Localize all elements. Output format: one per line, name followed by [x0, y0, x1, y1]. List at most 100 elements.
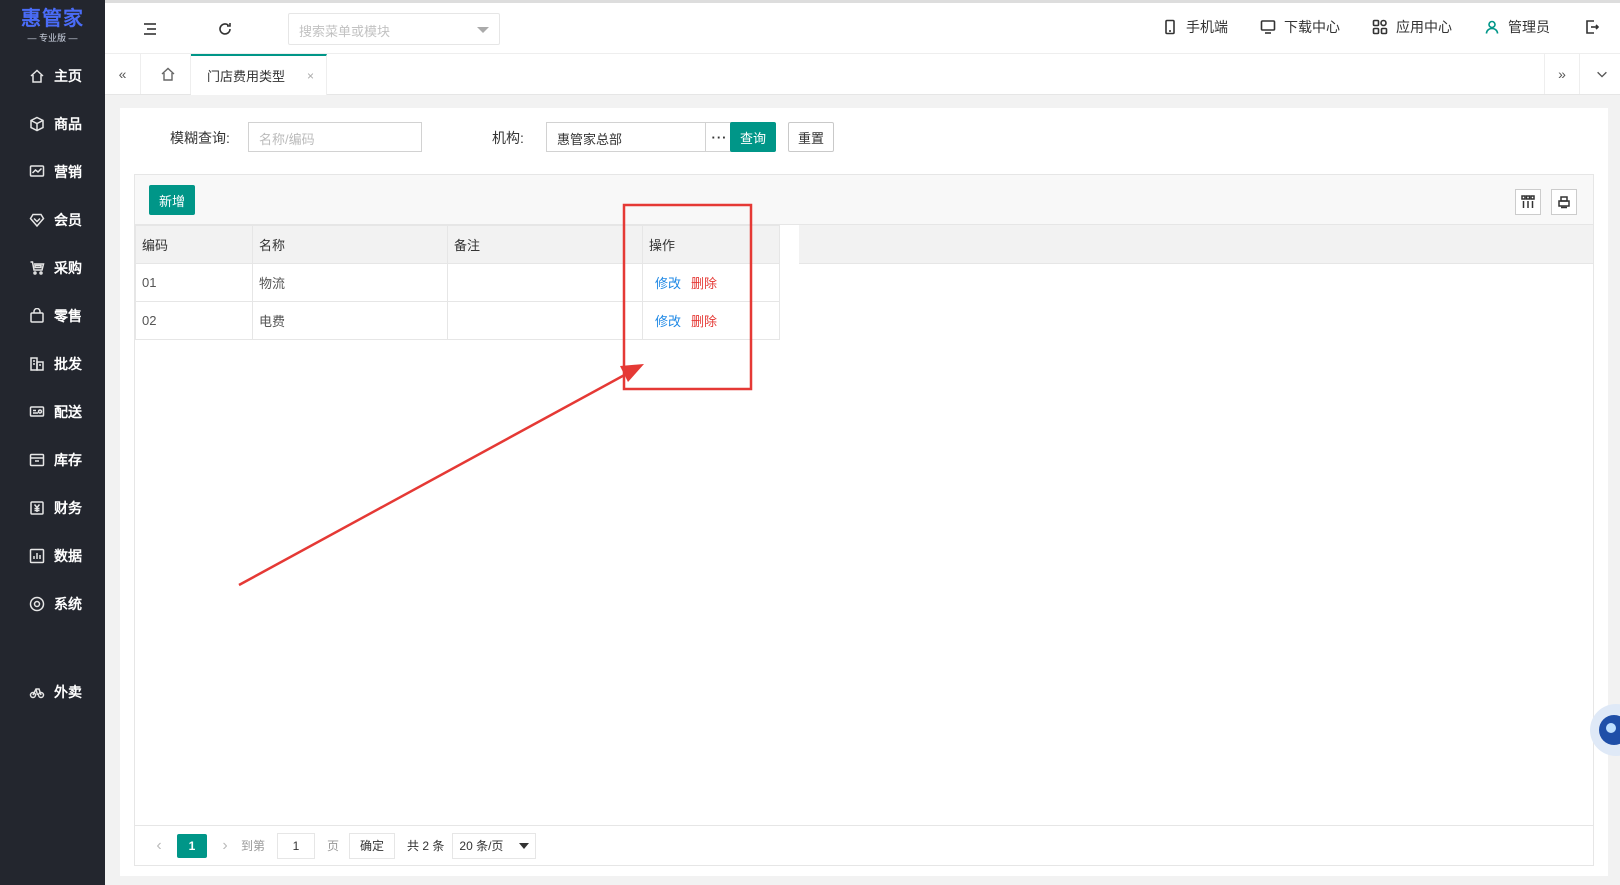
bag-icon	[28, 307, 46, 325]
grid-icon	[1372, 19, 1388, 35]
logo: 惠管家 — 专业版 —	[0, 0, 105, 52]
settings-icon	[28, 595, 46, 613]
col-header-name[interactable]: 名称	[252, 225, 448, 264]
sidebar-item-label: 配送	[54, 404, 82, 420]
tabs-menu-chevron-icon[interactable]	[1584, 54, 1620, 94]
phone-icon	[1165, 19, 1175, 35]
total-count: 共 2 条	[407, 839, 445, 853]
tab-store-expense-type[interactable]: 门店费用类型 ×	[191, 54, 327, 95]
menu-search-placeholder: 搜索菜单或模块	[299, 24, 391, 39]
sidebar-item-settings[interactable]: 系统	[0, 580, 105, 628]
sidebar-item-label: 批发	[54, 356, 82, 372]
cell-name: 电费	[252, 301, 448, 340]
table-row: 01 物流 修改 删除	[135, 263, 780, 302]
sidebar-item-diamond[interactable]: 会员	[0, 196, 105, 244]
sidebar-item-label: 数据	[54, 548, 82, 564]
mobile-label: 手机端	[1186, 19, 1228, 35]
sidebar-item-label: 财务	[54, 500, 82, 516]
pagination: ‹ 1 › 到第 1 页 确定 共 2 条 20 条/页	[135, 825, 1593, 865]
sidebar-item-label: 零售	[54, 308, 82, 324]
sidebar-item-inventory[interactable]: 库存	[0, 436, 105, 484]
goto-page-input[interactable]: 1	[277, 832, 316, 859]
tabs-scroll-right-icon[interactable]: »	[1544, 54, 1580, 94]
refresh-icon[interactable]	[215, 19, 235, 39]
current-page[interactable]: 1	[177, 833, 207, 858]
home-tab-icon[interactable]	[145, 54, 191, 94]
goto-suffix: 页	[327, 839, 340, 853]
page-size-select[interactable]: 20 条/页	[452, 832, 537, 859]
sidebar: 惠管家 — 专业版 — 主页 商品营销会员采购零售批发配送库存财务数据系统外卖	[0, 0, 105, 885]
monitor-icon	[1260, 20, 1276, 34]
diamond-icon	[28, 211, 46, 229]
sidebar-item-chart[interactable]: 营销	[0, 148, 105, 196]
filter-row: 模糊查询: 名称/编码 机构: 惠管家总部 ··· 查询 重置	[120, 108, 1608, 164]
assistant-bot-icon[interactable]	[1586, 690, 1620, 770]
chevron-down-icon	[477, 27, 489, 33]
delete-link[interactable]: 删除	[691, 276, 717, 291]
table-row: 02 电费 修改 删除	[135, 301, 780, 340]
table-header-row: 编码 名称 备注 操作	[135, 225, 780, 264]
sidebar-item-label: 采购	[54, 260, 82, 276]
user-label: 管理员	[1508, 19, 1550, 35]
inventory-icon	[28, 451, 46, 469]
fuzzy-query-input[interactable]: 名称/编码	[248, 122, 422, 152]
org-label: 机构:	[492, 130, 524, 146]
top-bar: 搜索菜单或模块 手机端 下载中心 应用中心 管理员	[105, 0, 1620, 54]
sidebar-item-finance[interactable]: 财务	[0, 484, 105, 532]
reset-button[interactable]: 重置	[788, 122, 834, 152]
app-center-link[interactable]: 应用中心	[1372, 17, 1452, 37]
sidebar-item-label: 营销	[54, 164, 82, 180]
delete-link[interactable]: 删除	[691, 314, 717, 329]
logo-subtitle: — 专业版 —	[27, 32, 78, 43]
mobile-link[interactable]: 手机端	[1162, 17, 1228, 37]
menu-search-input[interactable]: 搜索菜单或模块	[288, 13, 500, 45]
query-button[interactable]: 查询	[730, 122, 776, 152]
download-label: 下载中心	[1284, 19, 1340, 35]
tabs-bar: « 门店费用类型 × »	[105, 54, 1620, 95]
table-header-filler	[799, 225, 1593, 264]
edit-link[interactable]: 修改	[655, 276, 681, 291]
cell-actions: 修改 删除	[642, 301, 780, 340]
sidebar-item-data[interactable]: 数据	[0, 532, 105, 580]
user-menu[interactable]: 管理员	[1484, 17, 1550, 37]
cell-code: 02	[135, 301, 253, 340]
download-center-link[interactable]: 下载中心	[1260, 17, 1340, 37]
goto-confirm-button[interactable]: 确定	[349, 832, 396, 859]
sidebar-item-bag[interactable]: 零售	[0, 292, 105, 340]
fuzzy-query-placeholder: 名称/编码	[259, 132, 315, 147]
grid-toolbar: 新增	[135, 175, 1593, 225]
home-icon	[28, 67, 46, 85]
print-icon[interactable]	[1551, 189, 1577, 215]
tabs-scroll-left-icon[interactable]: «	[105, 54, 141, 94]
columns-icon[interactable]	[1515, 189, 1541, 215]
close-icon[interactable]: ×	[307, 69, 314, 83]
menu-toggle-icon[interactable]	[140, 19, 160, 39]
fuzzy-query-label: 模糊查询:	[170, 130, 230, 146]
sidebar-item-delivery[interactable]: 配送	[0, 388, 105, 436]
sidebar-item-cart[interactable]: 采购	[0, 244, 105, 292]
col-header-actions: 操作	[642, 225, 780, 264]
cell-actions: 修改 删除	[642, 263, 780, 302]
logo-text: 惠管家	[21, 7, 84, 30]
sidebar-item-building[interactable]: 批发	[0, 340, 105, 388]
data-grid-panel: 新增 编码 名称 备注 操作 01 物流 修改 删除 02 电费 修改 删除 ‹…	[134, 174, 1594, 866]
sidebar-item-label: 外卖	[54, 684, 82, 700]
logout-button[interactable]	[1584, 19, 1608, 35]
data-icon	[28, 547, 46, 565]
logout-icon	[1586, 20, 1600, 34]
cart-icon	[28, 259, 46, 277]
org-value: 惠管家总部	[557, 132, 623, 147]
col-header-remark[interactable]: 备注	[447, 225, 643, 264]
sidebar-item-bike[interactable]: 外卖	[0, 668, 105, 716]
sidebar-item-label: 会员	[54, 212, 82, 228]
sidebar-item-box[interactable]: 商品	[0, 100, 105, 148]
edit-link[interactable]: 修改	[655, 314, 681, 329]
add-button[interactable]: 新增	[149, 185, 195, 215]
col-header-code[interactable]: 编码	[135, 225, 253, 264]
data-table: 编码 名称 备注 操作 01 物流 修改 删除 02 电费 修改 删除	[135, 225, 780, 340]
sidebar-item-home[interactable]: 主页	[0, 52, 105, 100]
prev-page-icon[interactable]: ‹	[149, 837, 169, 855]
org-field[interactable]: 惠管家总部	[546, 122, 706, 152]
next-page-icon[interactable]: ›	[215, 837, 235, 855]
sidebar-item-label: 库存	[54, 452, 82, 468]
